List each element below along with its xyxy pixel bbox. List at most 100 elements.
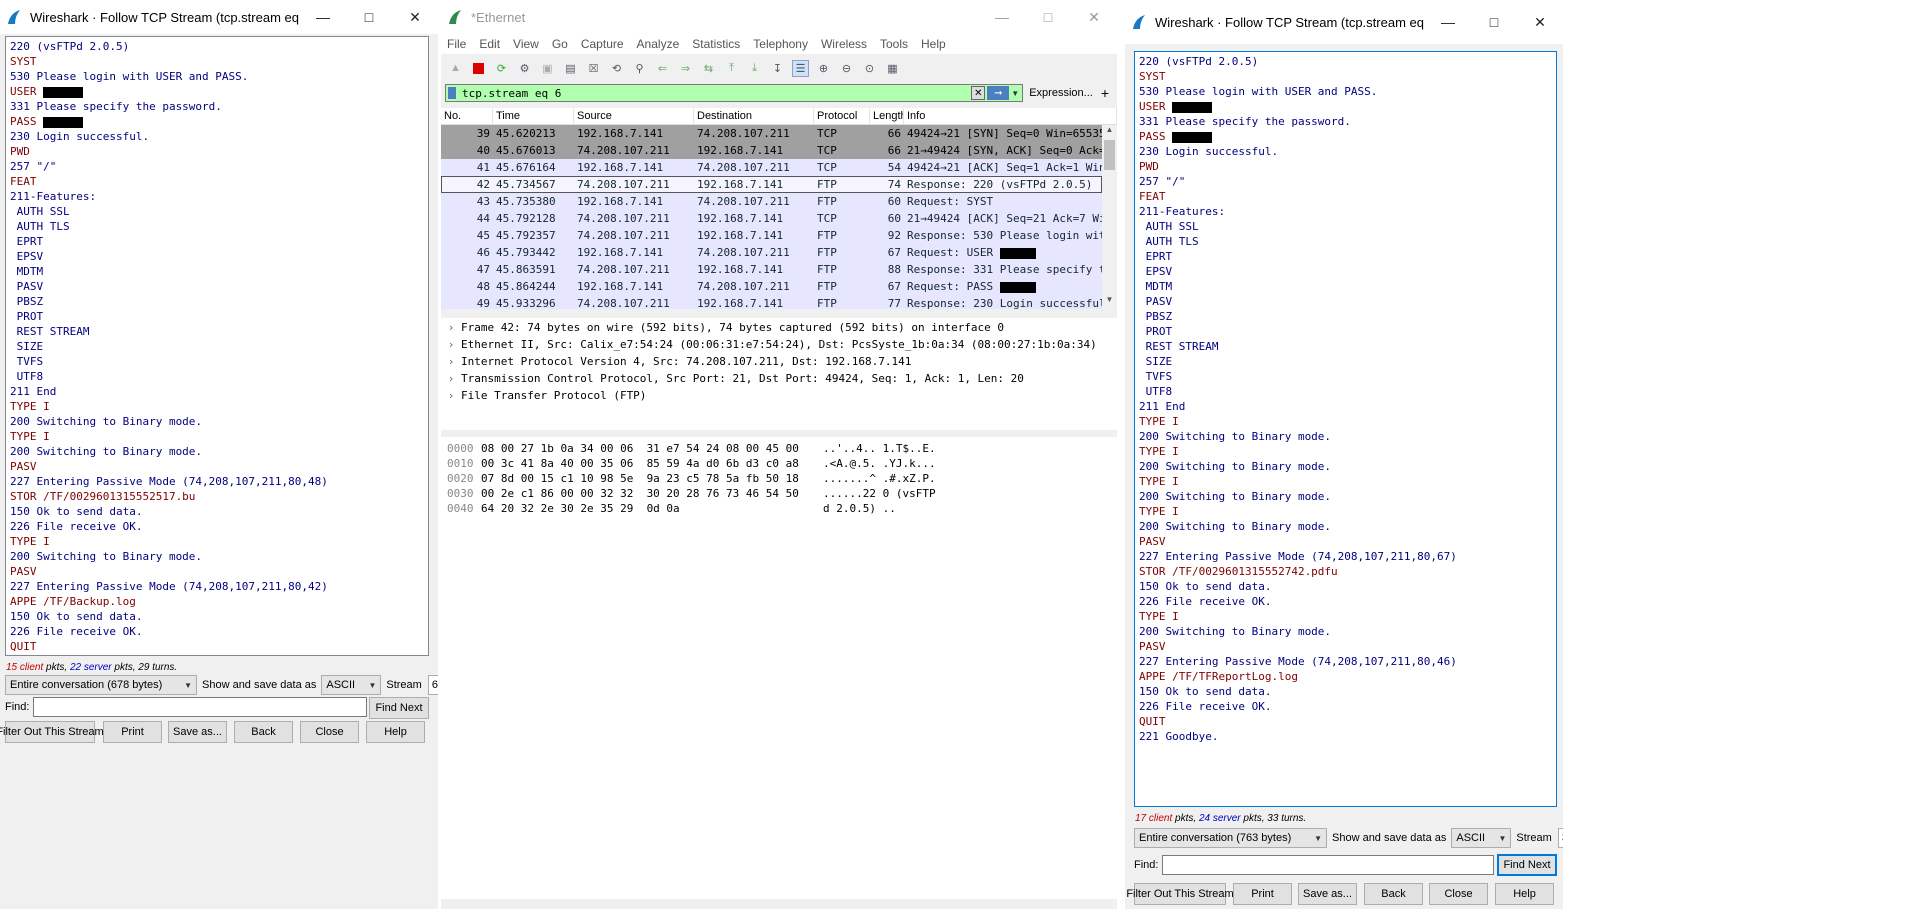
go-back-icon[interactable]: ⇐ xyxy=(654,60,671,77)
close-icon[interactable]: ✕ xyxy=(1071,0,1117,34)
save-as-button[interactable]: Save as... xyxy=(1298,883,1357,905)
packet-row[interactable]: 45 45.792357 74.208.107.211 192.168.7.141 FT… xyxy=(441,227,1102,244)
packet-row[interactable]: 42 45.734567 74.208.107.211 192.168.7.141 FT… xyxy=(441,176,1102,193)
shark-fin-start-icon[interactable]: ▲ xyxy=(447,60,464,77)
chevron-right-icon[interactable]: › xyxy=(441,370,461,387)
chevron-right-icon[interactable]: › xyxy=(441,387,461,404)
stop-capture-icon[interactable] xyxy=(470,60,487,77)
scroll-up-icon[interactable]: ▲ xyxy=(1102,125,1117,139)
packet-bytes-pane[interactable]: 0000 08 00 27 1b 0a 34 00 06 31 e7 54 24 … xyxy=(441,437,1117,899)
go-forward-icon[interactable]: ⇒ xyxy=(677,60,694,77)
menu-wireless[interactable]: Wireless xyxy=(821,37,867,51)
packet-row[interactable]: 44 45.792128 74.208.107.211 192.168.7.141 TC… xyxy=(441,210,1102,227)
maximize-icon[interactable]: □ xyxy=(1471,5,1517,39)
chevron-right-icon[interactable]: › xyxy=(441,319,461,336)
menu-analyze[interactable]: Analyze xyxy=(637,37,680,51)
packet-row[interactable]: 40 45.676013 74.208.107.211 192.168.7.141 TC… xyxy=(441,142,1102,159)
colorize-icon[interactable]: ☰ xyxy=(792,59,809,77)
format-select[interactable]: ASCII ▼ xyxy=(321,675,382,695)
stream-spinbox[interactable]: 32▲▼ xyxy=(1557,828,1563,848)
apply-filter-icon[interactable]: ➞ xyxy=(987,86,1010,100)
maximize-icon[interactable]: □ xyxy=(1025,0,1071,34)
scroll-down-icon[interactable]: ▼ xyxy=(1102,295,1117,309)
col-protocol[interactable]: Protocol xyxy=(814,108,870,124)
conversation-select[interactable]: Entire conversation (763 bytes) ▼ xyxy=(1134,828,1327,848)
packet-row[interactable]: 49 45.933296 74.208.107.211 192.168.7.141 FT… xyxy=(441,295,1102,309)
detail-tree-item[interactable]: › Frame 42: 74 bytes on wire (592 bits), … xyxy=(441,319,1117,336)
packet-row[interactable]: 46 45.793442 192.168.7.141 74.208.107.211 FT… xyxy=(441,244,1102,261)
minimize-icon[interactable]: — xyxy=(300,0,346,34)
stream-content[interactable]: 220 (vsFTPd 2.0.5) SYST 530 Please login w… xyxy=(5,36,429,656)
restart-capture-icon[interactable]: ⟳ xyxy=(493,60,510,77)
packet-list-scrollbar[interactable]: ▲ ▼ xyxy=(1102,125,1117,309)
first-packet-icon[interactable]: ⤒ xyxy=(723,60,740,77)
detail-tree-item[interactable]: › Transmission Control Protocol, Src Port… xyxy=(441,370,1117,387)
open-file-icon[interactable]: ▣ xyxy=(539,60,556,77)
col-destination[interactable]: Destination xyxy=(694,108,814,124)
close-icon[interactable]: ✕ xyxy=(1517,5,1563,39)
reload-icon[interactable]: ⟲ xyxy=(608,60,625,77)
menu-statistics[interactable]: Statistics xyxy=(692,37,740,51)
menu-telephony[interactable]: Telephony xyxy=(753,37,808,51)
packet-list[interactable]: 39 45.620213 192.168.7.141 74.208.107.211 TC… xyxy=(441,125,1102,309)
last-packet-icon[interactable]: ⤓ xyxy=(746,60,763,77)
find-packet-icon[interactable]: ⚲ xyxy=(631,60,648,77)
filter-history-icon[interactable]: ▼ xyxy=(1011,89,1019,98)
detail-tree-item[interactable]: › Internet Protocol Version 4, Src: 74.20… xyxy=(441,353,1117,370)
minimize-icon[interactable]: — xyxy=(979,0,1025,34)
resize-columns-icon[interactable]: ▦ xyxy=(884,60,901,77)
packet-row[interactable]: 41 45.676164 192.168.7.141 74.208.107.211 TC… xyxy=(441,159,1102,176)
help-button[interactable]: Help xyxy=(366,721,425,743)
capture-options-icon[interactable]: ⚙ xyxy=(516,60,533,77)
menu-capture[interactable]: Capture xyxy=(581,37,624,51)
find-next-button[interactable]: Find Next xyxy=(1497,854,1557,876)
detail-tree-item[interactable]: › Ethernet II, Src: Calix_e7:54:24 (00:06… xyxy=(441,336,1117,353)
expression-button[interactable]: Expression... xyxy=(1029,87,1093,99)
close-button[interactable]: Close xyxy=(300,721,359,743)
packet-details-pane[interactable]: › Frame 42: 74 bytes on wire (592 bits), … xyxy=(441,318,1117,430)
filter-out-button[interactable]: Filter Out This Stream xyxy=(1126,883,1234,905)
filter-out-button[interactable]: Filter Out This Stream xyxy=(0,721,104,743)
col-time[interactable]: Time xyxy=(493,108,574,124)
col-source[interactable]: Source xyxy=(574,108,694,124)
stream-spinbox[interactable]: 6▲▼ xyxy=(427,675,438,695)
chevron-right-icon[interactable]: › xyxy=(441,336,461,353)
col-info[interactable]: Info xyxy=(904,108,1117,124)
find-input[interactable] xyxy=(33,697,368,717)
col-no[interactable]: No. xyxy=(441,108,493,124)
close-button[interactable]: Close xyxy=(1429,883,1488,905)
back-button[interactable]: Back xyxy=(234,721,293,743)
menu-file[interactable]: File xyxy=(447,37,466,51)
packet-row[interactable]: 43 45.735380 192.168.7.141 74.208.107.211 FT… xyxy=(441,193,1102,210)
stream-content[interactable]: 220 (vsFTPd 2.0.5) SYST 530 Please login w… xyxy=(1134,51,1557,807)
detail-tree-item[interactable]: › File Transfer Protocol (FTP) xyxy=(441,387,1117,404)
zoom-in-icon[interactable]: ⊕ xyxy=(815,60,832,77)
autoscroll-icon[interactable]: ↧ xyxy=(769,60,786,77)
scroll-thumb[interactable] xyxy=(1104,140,1115,170)
clear-filter-icon[interactable]: ✕ xyxy=(971,86,986,100)
help-button[interactable]: Help xyxy=(1495,883,1554,905)
go-to-packet-icon[interactable]: ⇆ xyxy=(700,60,717,77)
save-as-button[interactable]: Save as... xyxy=(168,721,227,743)
menu-go[interactable]: Go xyxy=(552,37,568,51)
minimize-icon[interactable]: — xyxy=(1425,5,1471,39)
menu-view[interactable]: View xyxy=(513,37,539,51)
maximize-icon[interactable]: □ xyxy=(346,0,392,34)
find-next-button[interactable]: Find Next xyxy=(369,697,429,719)
zoom-reset-icon[interactable]: ⊙ xyxy=(861,60,878,77)
menu-edit[interactable]: Edit xyxy=(479,37,500,51)
packet-row[interactable]: 48 45.864244 192.168.7.141 74.208.107.211 FT… xyxy=(441,278,1102,295)
menu-tools[interactable]: Tools xyxy=(880,37,908,51)
print-button[interactable]: Print xyxy=(103,721,162,743)
bookmark-icon[interactable] xyxy=(448,87,456,99)
format-select[interactable]: ASCII ▼ xyxy=(1451,828,1512,848)
chevron-right-icon[interactable]: › xyxy=(441,353,461,370)
menu-help[interactable]: Help xyxy=(921,37,946,51)
close-file-icon[interactable]: ☒ xyxy=(585,60,602,77)
conversation-select[interactable]: Entire conversation (678 bytes) ▼ xyxy=(5,675,197,695)
save-file-icon[interactable]: ▤ xyxy=(562,60,579,77)
find-input[interactable] xyxy=(1162,855,1495,875)
add-filter-button[interactable]: + xyxy=(1101,85,1109,101)
close-icon[interactable]: ✕ xyxy=(392,0,438,34)
display-filter-input[interactable]: tcp.stream eq 6 ✕ ➞ ▼ xyxy=(445,84,1024,102)
